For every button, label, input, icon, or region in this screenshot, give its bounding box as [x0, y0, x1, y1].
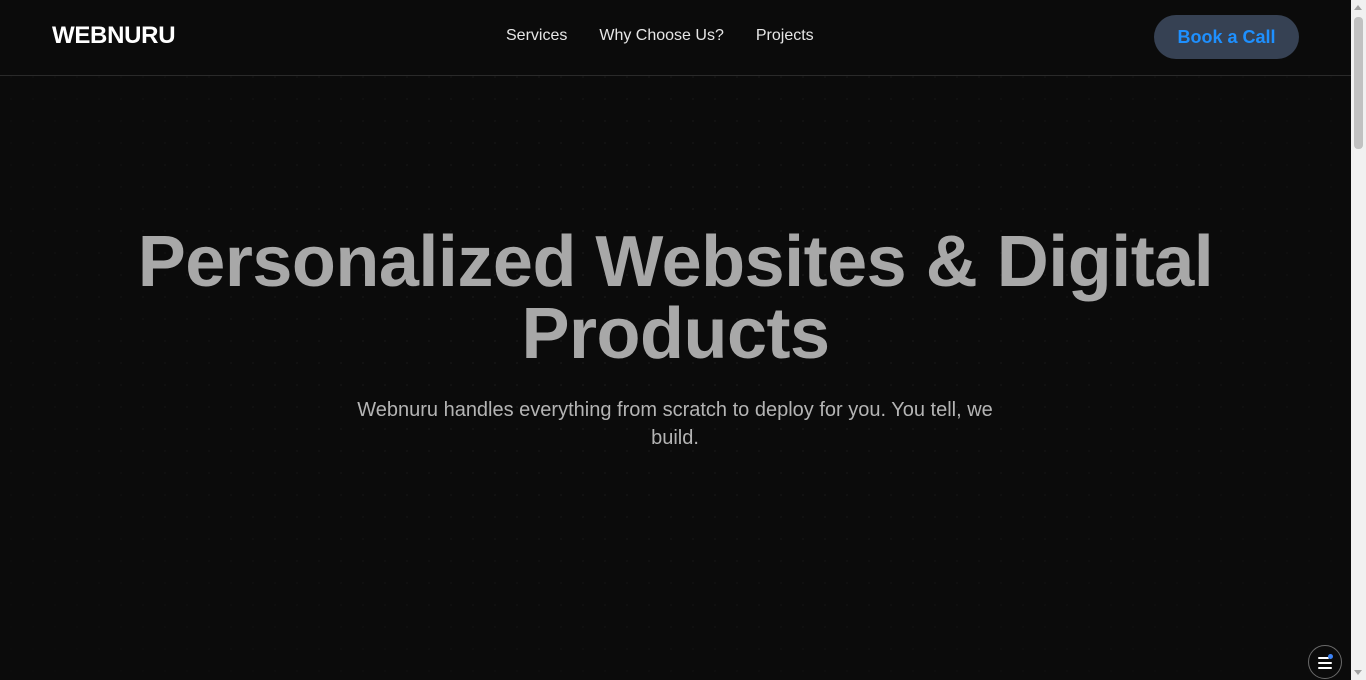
scrollbar-thumb[interactable] — [1354, 17, 1363, 149]
scroll-down-arrow-icon[interactable] — [1354, 670, 1362, 675]
hero-title: Personalized Websites & Digital Products — [0, 226, 1351, 370]
hero-title-line2: Products — [521, 294, 830, 374]
scroll-up-arrow-icon[interactable] — [1354, 5, 1362, 10]
hero-title-line1: Personalized Websites & Digital — [137, 222, 1214, 302]
floating-menu-button[interactable] — [1308, 645, 1342, 679]
main-nav: Services Why Choose Us? Projects — [506, 27, 814, 45]
nav-projects[interactable]: Projects — [756, 27, 814, 45]
hero-subtitle: Webnuru handles everything from scratch … — [357, 399, 993, 449]
vertical-scrollbar[interactable] — [1351, 0, 1366, 680]
site-header: WEBNURU Services Why Choose Us? Projects… — [0, 0, 1351, 76]
logo[interactable]: WEBNURU — [52, 22, 176, 50]
notification-dot-icon — [1328, 654, 1333, 659]
page: WEBNURU Services Why Choose Us? Projects… — [0, 0, 1351, 680]
nav-services[interactable]: Services — [506, 27, 567, 45]
nav-why-choose-us[interactable]: Why Choose Us? — [599, 27, 724, 45]
book-a-call-button[interactable]: Book a Call — [1154, 15, 1299, 59]
